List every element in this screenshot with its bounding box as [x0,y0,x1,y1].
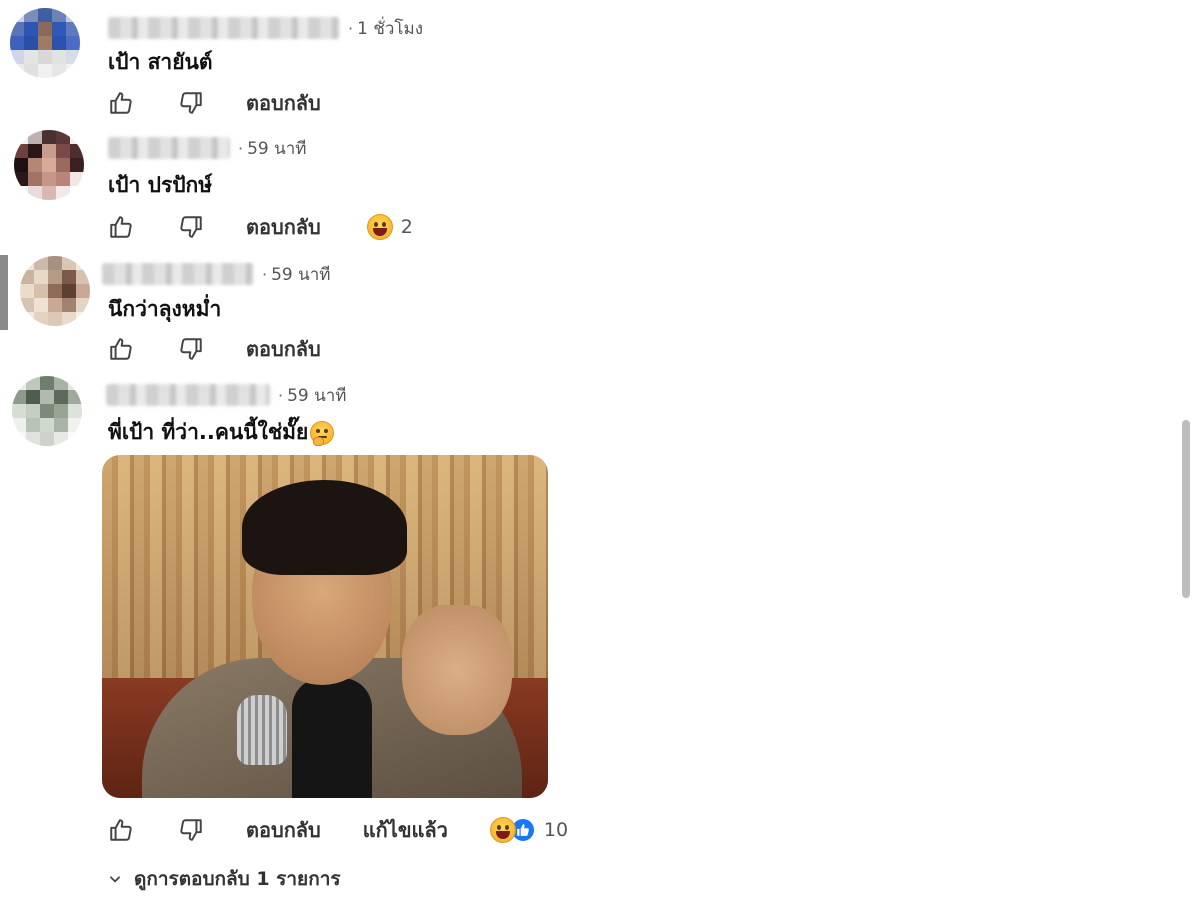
comment-text-content: พี่เป้า ที่ว่า..คนนี้ใช่มั๊ย [108,420,309,444]
comment-actions: ตอบกลับ แก้ไขแล้ว 10 [106,813,568,847]
thumbs-down-icon[interactable] [176,815,206,845]
laughing-emoji-icon [489,817,516,843]
separator-dot: · [238,138,244,158]
author-name[interactable] [108,17,340,39]
comment-item: · 59 นาที นึกว่าลุงหม่ำ ตอบกลับ [0,248,1170,368]
comment-meta: · 59 นาที [106,382,347,408]
author-name[interactable] [108,137,230,159]
thinking-emoji-icon [310,420,335,446]
avatar[interactable] [20,256,90,326]
comment-time[interactable]: 59 นาที [287,382,346,409]
reply-button[interactable]: ตอบกลับ [246,333,321,365]
comment-item: · 59 นาที เป้า ปรปักษ์ ตอบกลับ 2 [0,124,1170,244]
comment-text: พี่เป้า ที่ว่า..คนนี้ใช่มั๊ย [108,416,335,449]
chevron-down-icon [110,876,120,883]
comment-text: เป้า สายันต์ [108,50,213,74]
comment-item: · 1 ชั่วโมง เป้า สายันต์ ตอบกลับ [0,0,1170,120]
comment-meta: · 59 นาที [102,261,331,287]
author-name[interactable] [102,263,254,285]
comment-actions: ตอบกลับ [106,86,321,120]
thumbs-up-icon[interactable] [106,334,136,364]
thumbs-down-icon[interactable] [176,88,206,118]
comment-text: เป้า ปรปักษ์ [108,173,213,197]
comment-photo[interactable] [102,455,548,798]
avatar[interactable] [14,130,84,200]
avatar[interactable] [10,8,80,78]
comment-meta: · 59 นาที [108,135,307,161]
photo-shirt [292,678,372,798]
edited-label[interactable]: แก้ไขแล้ว [363,814,448,846]
reaction-count: 2 [400,216,413,238]
comment-meta: · 1 ชั่วโมง [108,15,423,41]
separator-dot: · [278,385,284,405]
view-replies-label: ดูการตอบกลับ 1 รายการ [134,868,341,890]
avatar[interactable] [12,376,82,446]
scrollbar-thumb[interactable] [1182,420,1190,598]
thumbs-up-icon[interactable] [106,815,136,845]
reaction-count: 10 [543,819,569,841]
thumbs-down-icon[interactable] [176,334,206,364]
author-name[interactable] [106,384,270,406]
reply-button[interactable]: ตอบกลับ [246,814,321,846]
laughing-emoji-icon [366,214,393,240]
comment-text: นึกว่าลุงหม่ำ [108,297,222,321]
view-replies-link[interactable]: ดูการตอบกลับ 1 รายการ [108,864,341,894]
comment-actions: ตอบกลับ 2 [106,210,413,244]
thumbs-up-icon[interactable] [106,212,136,242]
photo-hand [402,605,512,735]
thumbs-up-icon[interactable] [106,88,136,118]
reply-button[interactable]: ตอบกลับ [246,211,321,243]
photo-hair [242,480,407,575]
comment-time[interactable]: 1 ชั่วโมง [357,15,423,42]
thumbs-down-icon[interactable] [176,212,206,242]
photo-microphone [237,695,287,765]
comment-time[interactable]: 59 นาที [247,135,306,162]
separator-dot: · [348,18,354,38]
reaction-summary[interactable]: 10 [489,817,569,843]
separator-dot: · [262,264,268,284]
reaction-summary[interactable]: 2 [366,214,413,240]
comment-feed: · 1 ชั่วโมง เป้า สายันต์ ตอบกลับ · 59 นา… [0,0,1200,911]
comment-time[interactable]: 59 นาที [271,261,330,288]
comment-actions: ตอบกลับ [106,332,321,366]
reply-button[interactable]: ตอบกลับ [246,87,321,119]
